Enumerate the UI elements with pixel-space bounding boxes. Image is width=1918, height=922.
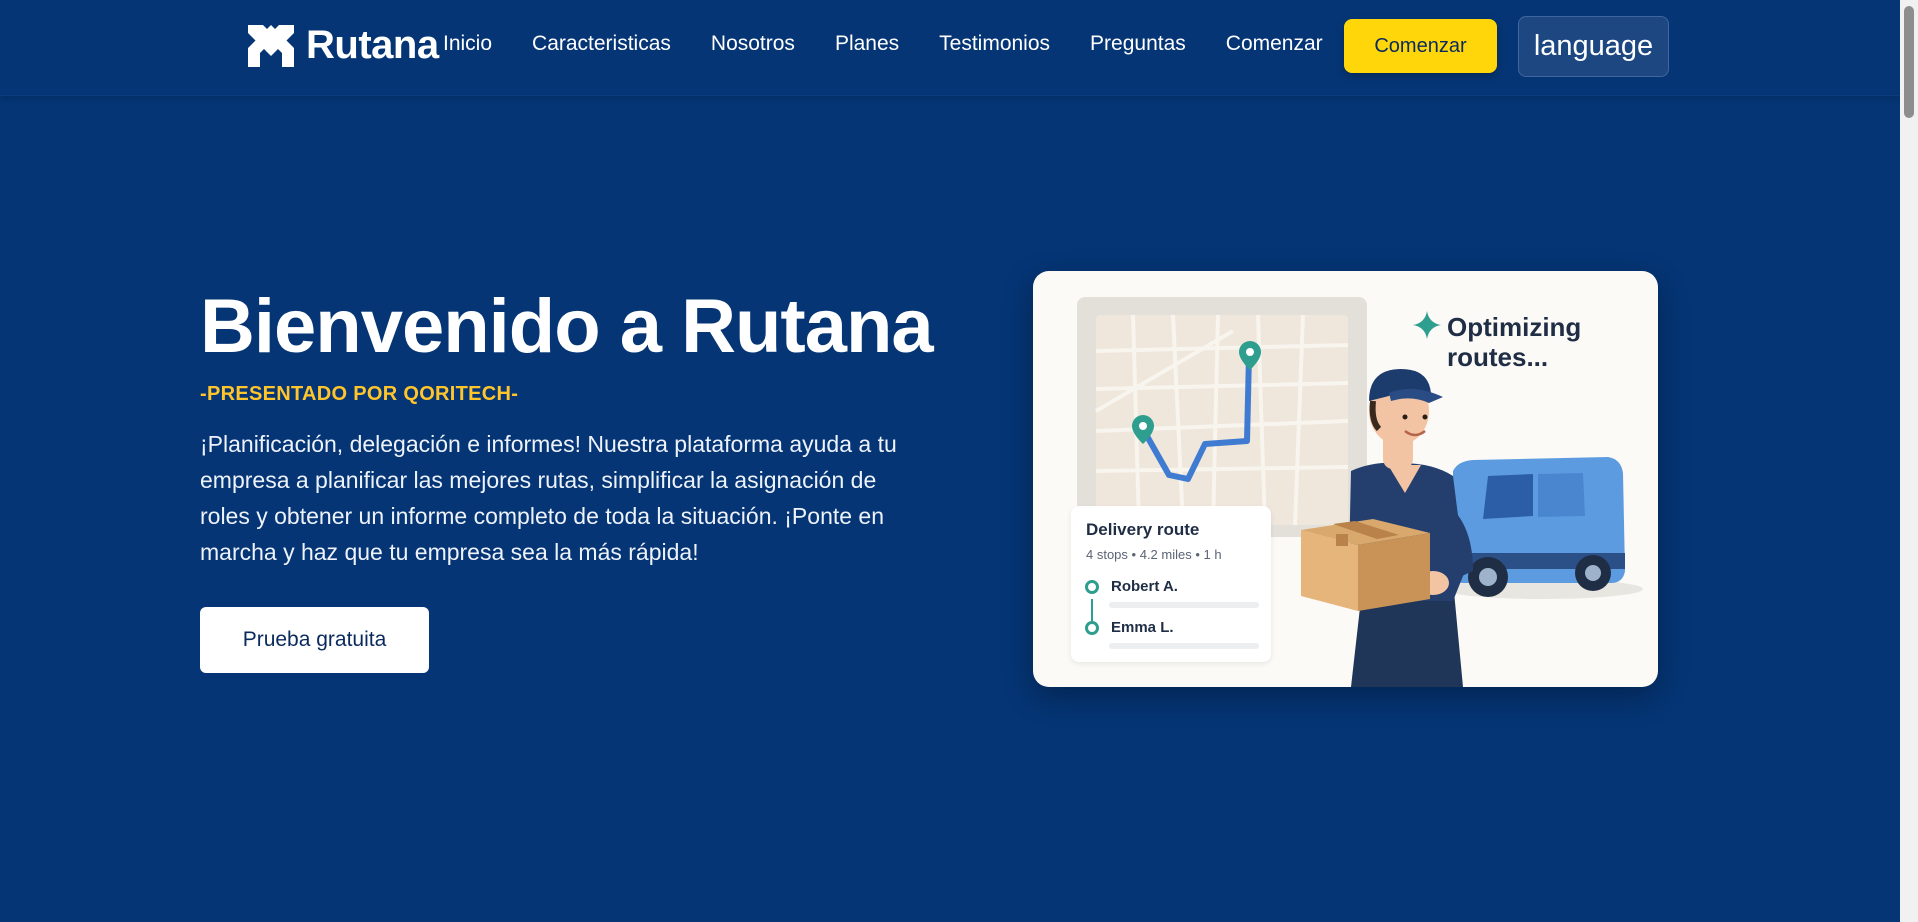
stop-progress-bar <box>1109 602 1259 608</box>
nav-item-testimonios[interactable]: Testimonios <box>939 32 1050 56</box>
stop-name: Robert A. <box>1111 578 1178 595</box>
nav-item-comenzar[interactable]: Comenzar <box>1226 32 1323 56</box>
route-stop: Robert A. <box>1085 578 1178 595</box>
stop-progress-bar <box>1109 643 1259 649</box>
delivery-route-card: Delivery route 4 stops • 4.2 miles • 1 h… <box>1071 506 1271 662</box>
hero-description: ¡Planificación, delegación e informes! N… <box>200 431 897 565</box>
nav-item-planes[interactable]: Planes <box>835 32 899 56</box>
site-header: Rutana Inicio Caracteristicas Nosotros P… <box>0 0 1900 96</box>
free-trial-button[interactable]: Prueba gratuita <box>200 607 429 673</box>
stop-dot-icon <box>1085 621 1099 635</box>
route-distance: 4.2 miles <box>1139 547 1192 562</box>
comenzar-button[interactable]: Comenzar <box>1344 19 1497 73</box>
stop-name: Emma L. <box>1111 619 1174 636</box>
scrollbar-thumb[interactable] <box>1904 6 1914 118</box>
stop-dot-icon <box>1085 580 1099 594</box>
route-stops: 4 stops <box>1086 547 1128 562</box>
language-button[interactable]: language <box>1518 16 1669 77</box>
route-meta: 4 stops • 4.2 miles • 1 h <box>1086 547 1222 562</box>
optimizing-status: Optimizing routes... <box>1447 312 1582 372</box>
route-duration: 1 h <box>1203 547 1222 562</box>
nav-item-preguntas[interactable]: Preguntas <box>1090 32 1186 56</box>
brand-logo[interactable]: Rutana <box>246 20 439 70</box>
logo-mark-icon <box>248 25 294 67</box>
hero-title: Bienvenido a Rutana <box>200 284 934 369</box>
nav-item-nosotros[interactable]: Nosotros <box>711 32 795 56</box>
route-title: Delivery route <box>1086 520 1200 539</box>
hero-illustration: Optimizing routes... Delivery route 4 st… <box>1033 271 1658 687</box>
nav-item-caracteristicas[interactable]: Caracteristicas <box>532 32 671 56</box>
hero-subtitle: -PRESENTADO POR QORITECH- <box>200 383 519 405</box>
brand-name: Rutana <box>306 22 439 67</box>
nav-item-inicio[interactable]: Inicio <box>443 32 492 56</box>
main-nav: Inicio Caracteristicas Nosotros Planes T… <box>443 32 1323 56</box>
page-scrollbar[interactable] <box>1900 0 1918 922</box>
sparkle-icon <box>1413 311 1441 339</box>
route-stop: Emma L. <box>1085 619 1174 636</box>
